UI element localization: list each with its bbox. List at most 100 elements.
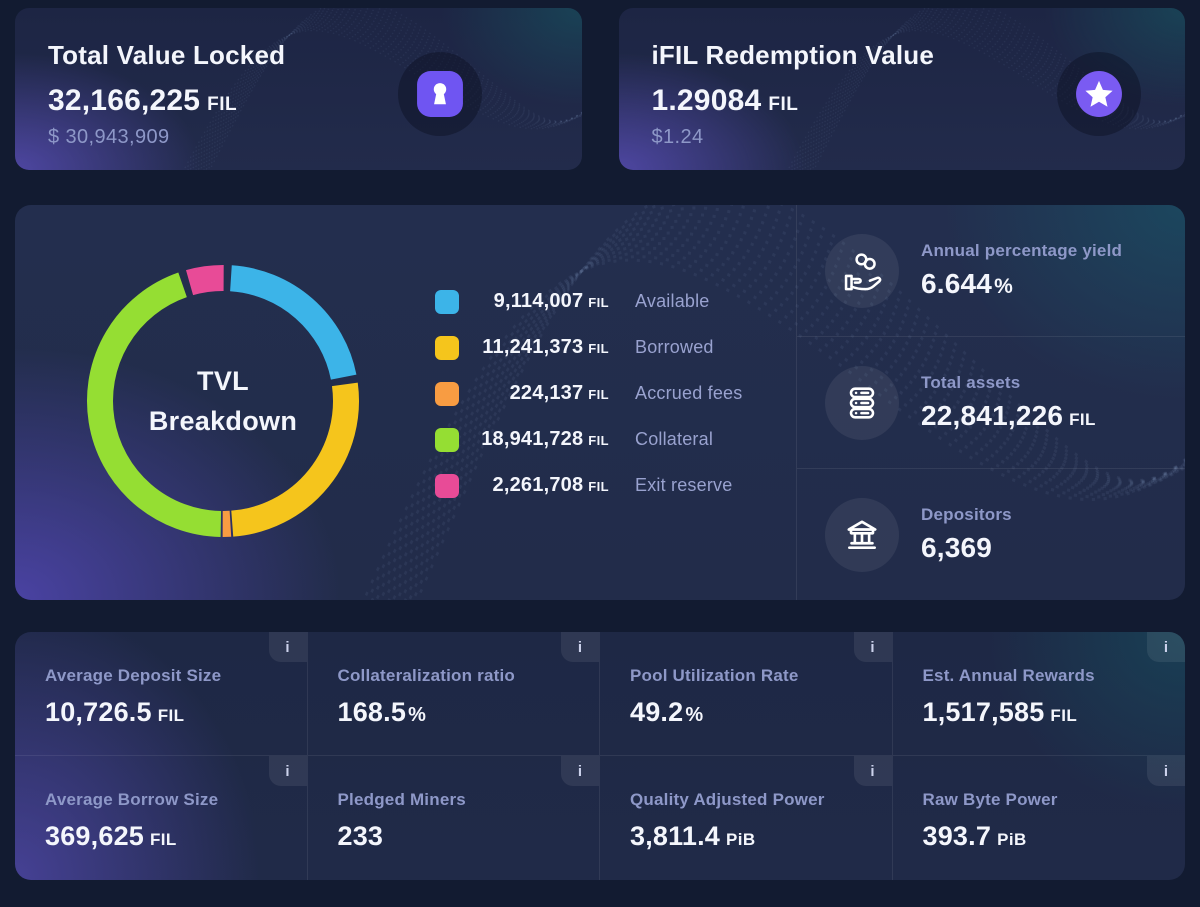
- value-unit: %: [408, 704, 427, 726]
- stat-value: 1,517,585 FIL: [922, 697, 1078, 727]
- legend-item: 18,941,728 FIL Collateral: [435, 427, 742, 452]
- stat-value: 49.2%: [630, 697, 704, 727]
- stat-value: 168.5%: [337, 697, 427, 727]
- stat-value: 22,841,226 FIL: [921, 400, 1096, 431]
- stat-value: 369,625 FIL: [45, 821, 177, 851]
- donut-segment-borrowed[interactable]: [230, 382, 359, 537]
- tvl-card-usd: $ 30,943,909: [48, 126, 170, 148]
- fil-unit: FIL: [588, 479, 609, 494]
- stat-cell: i Average Deposit Size 10,726.5 FIL: [15, 632, 308, 756]
- stat-value: 6,369: [921, 532, 993, 563]
- legend-value: 2,261,708 FIL: [492, 474, 609, 496]
- stat-label: Collateralization ratio: [337, 666, 515, 685]
- database-icon: [825, 365, 899, 440]
- stat-label: Est. Annual Rewards: [922, 666, 1095, 685]
- info-icon: i: [285, 638, 290, 656]
- stat-value: 393.7 PiB: [922, 821, 1027, 851]
- side-stat-row: Annual percentage yield 6.644%: [797, 205, 1185, 336]
- legend-item: 224,137 FIL Accrued fees: [435, 381, 742, 406]
- stat-value: 6.644%: [921, 268, 1014, 299]
- info-button[interactable]: i: [853, 632, 892, 662]
- legend-value: 9,114,007 FIL: [493, 290, 609, 312]
- pool-stats-column: Annual percentage yield 6.644% Total asset…: [796, 205, 1185, 600]
- tvl-card: Total Value Locked 32,166,225 FIL $ 30,94…: [15, 8, 582, 170]
- fil-unit: FIL: [588, 433, 609, 448]
- tvl-breakdown-chart-area: TVL Breakdown 9,114,007 FIL Available 11,24…: [15, 205, 796, 600]
- info-button[interactable]: i: [1147, 756, 1185, 786]
- legend-item: 2,261,708 FIL Exit reserve: [435, 473, 742, 498]
- stat-label: Quality Adjusted Power: [630, 790, 825, 809]
- tvl-card-title: Total Value Locked: [48, 40, 286, 70]
- lock-icon: [397, 52, 482, 136]
- value-unit: FIL: [1069, 410, 1096, 429]
- fil-unit: FIL: [588, 341, 609, 356]
- legend-label: Available: [635, 291, 710, 311]
- top-metric-row: Total Value Locked 32,166,225 FIL $ 30,94…: [15, 8, 1185, 170]
- info-button[interactable]: i: [853, 756, 892, 786]
- legend-value: 224,137 FIL: [509, 382, 609, 404]
- legend-swatch: [435, 381, 459, 406]
- value-unit: %: [994, 275, 1014, 298]
- legend-value: 11,241,373 FIL: [482, 336, 609, 358]
- donut-segment-available[interactable]: [229, 265, 357, 380]
- stat-label: Pledged Miners: [337, 790, 466, 809]
- legend-label: Exit reserve: [635, 475, 733, 495]
- value-unit: %: [685, 704, 704, 726]
- info-icon: i: [285, 762, 290, 780]
- info-button[interactable]: i: [268, 632, 307, 662]
- chart-legend: 9,114,007 FIL Available 11,241,373 FIL Borrow…: [435, 289, 742, 498]
- ifil-card: iFIL Redemption Value 1.29084 FIL $1.24: [618, 8, 1185, 170]
- value-unit: PiB: [726, 830, 756, 849]
- value-unit: FIL: [157, 706, 185, 725]
- stat-cell: i Pool Utilization Rate 49.2%: [600, 632, 893, 756]
- info-button[interactable]: i: [561, 756, 599, 786]
- stat-label: Raw Byte Power: [922, 790, 1058, 809]
- dashboard-page: Total Value Locked 32,166,225 FIL $ 30,94…: [0, 0, 1200, 907]
- bottom-stats-grid: i Average Deposit Size 10,726.5 FIL i Collate…: [15, 632, 1185, 880]
- fil-unit: FIL: [207, 94, 238, 115]
- info-icon: i: [870, 638, 875, 656]
- stat-label: Depositors: [921, 505, 1012, 524]
- info-button[interactable]: i: [1147, 632, 1185, 662]
- donut-segment-exit-reserve[interactable]: [186, 264, 224, 296]
- info-button[interactable]: i: [561, 632, 599, 662]
- info-icon: i: [1163, 638, 1169, 656]
- value-unit: FIL: [150, 830, 177, 849]
- legend-label: Collateral: [635, 429, 714, 449]
- stat-label: Annual percentage yield: [921, 241, 1123, 260]
- fil-unit: FIL: [768, 94, 799, 115]
- info-icon: i: [1163, 762, 1169, 780]
- legend-value: 18,941,728 FIL: [481, 428, 609, 450]
- legend-swatch: [435, 427, 459, 452]
- value-unit: FIL: [1050, 706, 1078, 725]
- legend-swatch: [435, 473, 459, 498]
- info-icon: i: [870, 762, 875, 780]
- side-stat-row: Total assets 22,841,226 FIL: [797, 336, 1185, 468]
- star-icon: [1057, 52, 1141, 136]
- stat-cell: i Raw Byte Power 393.7 PiB: [893, 756, 1185, 880]
- stat-cell: i Est. Annual Rewards 1,517,585 FIL: [892, 632, 1185, 756]
- legend-label: Accrued fees: [635, 383, 743, 403]
- legend-item: 11,241,373 FIL Borrowed: [435, 335, 742, 360]
- stat-cell: i Average Borrow Size 369,625 FIL: [15, 756, 308, 880]
- stat-cell: i Collateralization ratio 168.5%: [307, 632, 600, 756]
- bank-icon: [825, 497, 899, 572]
- side-stat-row: Depositors 6,369: [797, 468, 1185, 600]
- donut-chart: TVL Breakdown: [73, 251, 373, 551]
- info-button[interactable]: i: [268, 756, 307, 786]
- info-icon: i: [577, 762, 583, 780]
- legend-item: 9,114,007 FIL Available: [435, 289, 742, 314]
- donut-segment-collateral[interactable]: [87, 272, 222, 537]
- stat-value: 10,726.5 FIL: [45, 697, 185, 727]
- stat-cell: i Pledged Miners 233: [308, 756, 600, 880]
- stat-label: Pool Utilization Rate: [630, 666, 799, 685]
- stat-value: 233: [337, 821, 384, 851]
- fil-unit: FIL: [588, 295, 609, 310]
- stat-label: Average Borrow Size: [45, 790, 219, 809]
- stat-cell: i Quality Adjusted Power 3,811.4 PiB: [600, 756, 893, 880]
- value-unit: PiB: [997, 830, 1027, 849]
- legend-swatch: [435, 289, 459, 314]
- legend-swatch: [435, 335, 459, 360]
- tvl-breakdown-panel: TVL Breakdown 9,114,007 FIL Available 11,24…: [15, 205, 1185, 600]
- legend-label: Borrowed: [635, 337, 714, 357]
